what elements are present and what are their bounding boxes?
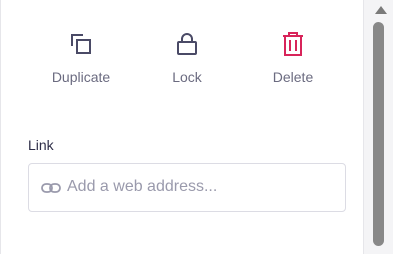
scroll-up-arrow-icon[interactable] [375, 6, 387, 14]
lock-button[interactable]: Lock [142, 26, 232, 92]
lock-icon [177, 33, 197, 55]
duplicate-label: Duplicate [51, 69, 111, 85]
delete-label: Delete [272, 69, 314, 85]
scrollbar-thumb[interactable] [373, 22, 384, 246]
duplicate-icon [71, 34, 91, 54]
link-placeholder: Add a web address... [67, 178, 218, 195]
delete-button[interactable]: Delete [248, 26, 338, 92]
link-heading: Link [28, 137, 54, 153]
vertical-scrollbar[interactable] [368, 0, 393, 254]
trash-icon [283, 32, 303, 56]
element-options-panel: Duplicate Lock Delete Link Add a web add… [0, 0, 364, 254]
link-input[interactable]: Add a web address... [28, 163, 346, 212]
lock-label: Lock [172, 69, 202, 85]
link-icon [41, 183, 61, 193]
duplicate-button[interactable]: Duplicate [36, 26, 126, 92]
